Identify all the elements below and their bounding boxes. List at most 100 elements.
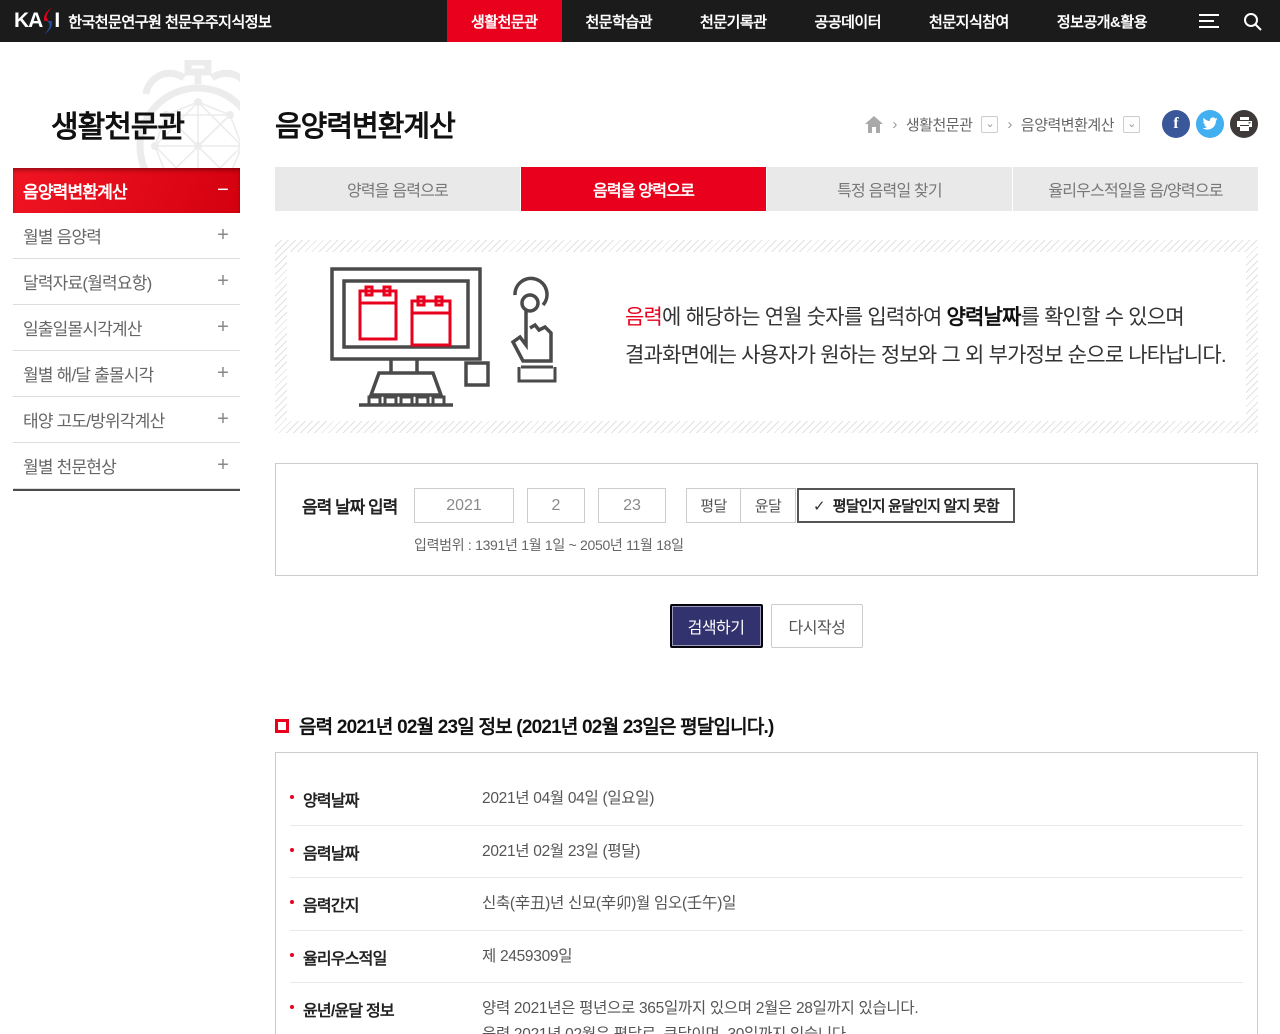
row-label: 음력간지: [290, 891, 482, 917]
tab-lunar-to-solar[interactable]: 음력을 양력으로: [521, 167, 766, 211]
header-icon-group: [1197, 10, 1262, 32]
row-value: 양력 2021년은 평년으로 365일까지 있으며 2월은 28일까지 있습니다…: [482, 996, 918, 1034]
top-header: KA I 한국천문연구원 천문우주지식정보 생활천문관 천문학습관 천문기록관 …: [0, 0, 1280, 42]
breadcrumb: › 생활천문관 ⌄ › 음양력변환계산 ⌄: [865, 114, 1140, 135]
breadcrumb-level2: 음양력변환계산: [1021, 114, 1114, 135]
table-row-julian-day: 율리우스적일 제 2459309일: [290, 931, 1243, 984]
form-label: 음력 날짜 입력: [302, 493, 414, 518]
unknown-moon-label: 평달인지 윤달인지 알지 못함: [833, 495, 999, 516]
sidebar-item-label: 태양 고도/방위각계산: [23, 407, 164, 432]
sidebar-item-label: 월별 해/달 출몰시각: [23, 361, 154, 386]
sidebar-item-label: 월별 천문현상: [23, 453, 116, 478]
nav-item-astronomy-records[interactable]: 천문기록관: [676, 0, 791, 42]
nav-item-public-data[interactable]: 공공데이터: [791, 0, 906, 42]
monitor-click-illustration-icon: [329, 261, 567, 413]
row-label: 윤년/윤달 정보: [290, 996, 482, 1034]
sidebar-header: 생활천문관: [13, 42, 240, 168]
nav-item-info-disclosure[interactable]: 정보공개&활용: [1033, 0, 1171, 42]
kasi-logo-mark: KA I: [14, 8, 59, 34]
month-input[interactable]: [527, 488, 585, 523]
main-content: 음양력변환계산 › 생활천문관 ⌄ › 음양력변환계산 ⌄ f: [275, 42, 1258, 1034]
result-title: 음력 2021년 02월 23일 정보 (2021년 02월 23일은 평달입니…: [275, 712, 1258, 739]
sidebar-item-label: 달력자료(월력요항): [23, 269, 151, 294]
expand-icon: +: [217, 408, 228, 431]
sidebar-item-monthly-lunisolar[interactable]: 월별 음양력 +: [13, 213, 240, 259]
input-range-hint: 입력범위 : 1391년 1월 1일 ~ 2050년 11월 18일: [414, 535, 1257, 555]
site-title: 한국천문연구원 천문우주지식정보: [68, 11, 271, 32]
sidebar-item-calendar-data[interactable]: 달력자료(월력요항) +: [13, 259, 240, 305]
yundal-button[interactable]: 윤달: [741, 488, 796, 523]
intro-part2: 를 확인할 수 있으며: [1021, 306, 1184, 329]
page-title: 음양력변환계산: [275, 103, 455, 145]
facebook-icon[interactable]: f: [1162, 110, 1190, 138]
row-label: 음력날짜: [290, 839, 482, 865]
kasi-logo[interactable]: KA I 한국천문연구원 천문우주지식정보: [14, 8, 271, 34]
intro-text: 음력에 해당하는 연월 숫자를 입력하여 양력날짜를 확인할 수 있으며 결과화…: [625, 299, 1226, 375]
row-value: 신축(辛丑)년 신묘(辛卯)월 임오(壬午)일: [482, 891, 736, 917]
global-nav: 생활천문관 천문학습관 천문기록관 공공데이터 천문지식참여 정보공개&활용: [447, 0, 1171, 42]
sidebar-item-sun-moon-times[interactable]: 월별 해/달 출몰시각 +: [13, 351, 240, 397]
sidebar-item-solar-altitude[interactable]: 태양 고도/방위각계산 +: [13, 397, 240, 443]
nav-item-knowledge-participation[interactable]: 천문지식참여: [905, 0, 1033, 42]
leap-info-line1: 양력 2021년은 평년으로 365일까지 있으며 2월은 28일까지 있습니다…: [482, 996, 918, 1022]
nav-item-astronomy-learning[interactable]: 천문학습관: [562, 0, 677, 42]
row-value: 2021년 04월 04일 (일요일): [482, 786, 654, 812]
taegeuk-swoosh-icon: [43, 8, 53, 34]
sidebar-item-label: 월별 음양력: [23, 223, 101, 248]
print-icon[interactable]: [1230, 110, 1258, 138]
day-input[interactable]: [598, 488, 666, 523]
row-label: 양력날짜: [290, 786, 482, 812]
breadcrumb-level1: 생활천문관: [906, 114, 973, 135]
sidebar-item-label: 음양력변환계산: [23, 178, 127, 203]
expand-icon: +: [217, 454, 228, 477]
row-value: 제 2459309일: [482, 944, 572, 970]
breadcrumb-dropdown-icon[interactable]: ⌄: [1123, 116, 1140, 133]
sidebar: 생활천문관: [13, 42, 240, 1034]
conversion-tabs: 양력을 음력으로 음력을 양력으로 특정 음력일 찾기 율리우스적일을 음/양력…: [275, 167, 1258, 211]
pyeongdal-button[interactable]: 평달: [686, 488, 741, 523]
check-icon: ✓: [813, 497, 825, 515]
tab-find-lunar-date[interactable]: 특정 음력일 찾기: [767, 167, 1012, 211]
intro-inner: 음력에 해당하는 연월 숫자를 입력하여 양력날짜를 확인할 수 있으며 결과화…: [287, 252, 1246, 421]
collapse-icon: −: [217, 179, 228, 202]
logo-mark-left: KA: [14, 9, 42, 33]
home-icon[interactable]: [865, 116, 883, 133]
table-row-lunar-date: 음력날짜 2021년 02월 23일 (평달): [290, 826, 1243, 879]
sidebar-menu: 음양력변환계산 − 월별 음양력 + 달력자료(월력요항) + 일출일몰시각계산…: [13, 168, 240, 491]
title-row: 음양력변환계산 › 생활천문관 ⌄ › 음양력변환계산 ⌄ f: [275, 102, 1258, 146]
intro-bold: 양력날짜: [947, 306, 1021, 329]
share-buttons: f: [1162, 110, 1258, 138]
year-input[interactable]: [414, 488, 514, 523]
page-layout: 생활천문관: [0, 42, 1280, 1034]
expand-icon: +: [217, 224, 228, 247]
sidebar-item-monthly-phenomena[interactable]: 월별 천문현상 +: [13, 443, 240, 489]
lunar-date-form: 음력 날짜 입력 평달 윤달 ✓ 평달인지 윤달인지 알지 못함 입력범위 : …: [275, 463, 1258, 576]
action-buttons: 검색하기 다시작성: [275, 604, 1258, 648]
nav-item-living-astronomy[interactable]: 생활천문관: [447, 0, 562, 42]
sidebar-item-lunisolar-conversion[interactable]: 음양력변환계산 −: [13, 168, 240, 213]
form-row: 음력 날짜 입력 평달 윤달 ✓ 평달인지 윤달인지 알지 못함: [302, 488, 1257, 523]
search-button[interactable]: 검색하기: [670, 604, 763, 648]
row-label: 율리우스적일: [290, 944, 482, 970]
tab-solar-to-lunar[interactable]: 양력을 음력으로: [275, 167, 520, 211]
sidebar-item-label: 일출일몰시각계산: [23, 315, 142, 340]
intro-line2: 결과화면에는 사용자가 원하는 정보와 그 외 부가정보 순으로 나타납니다.: [625, 344, 1226, 367]
search-icon[interactable]: [1243, 12, 1262, 31]
table-row-solar-date: 양력날짜 2021년 04월 04일 (일요일): [290, 773, 1243, 826]
sidebar-title: 생활천문관: [51, 102, 184, 146]
leap-info-line2: 음력 2021년 02월은 평달로, 큰달이며, 30일까지 있습니다.: [482, 1022, 918, 1034]
twitter-icon[interactable]: [1196, 110, 1224, 138]
intro-highlight: 음력: [625, 306, 662, 329]
result-table: 양력날짜 2021년 04월 04일 (일요일) 음력날짜 2021년 02월 …: [275, 752, 1258, 1034]
tab-julian-day[interactable]: 율리우스적일을 음/양력으로: [1013, 167, 1258, 211]
expand-icon: +: [217, 270, 228, 293]
hamburger-menu-icon[interactable]: [1197, 10, 1221, 32]
sidebar-item-sunrise-sunset[interactable]: 일출일몰시각계산 +: [13, 305, 240, 351]
reset-button[interactable]: 다시작성: [771, 604, 864, 648]
unknown-moon-button[interactable]: ✓ 평달인지 윤달인지 알지 못함: [797, 488, 1015, 523]
breadcrumb-area: › 생활천문관 ⌄ › 음양력변환계산 ⌄ f: [865, 110, 1258, 138]
row-value: 2021년 02월 23일 (평달): [482, 839, 640, 865]
breadcrumb-dropdown-icon[interactable]: ⌄: [981, 116, 998, 133]
expand-icon: +: [217, 362, 228, 385]
moon-type-group: 평달 윤달: [686, 488, 796, 523]
